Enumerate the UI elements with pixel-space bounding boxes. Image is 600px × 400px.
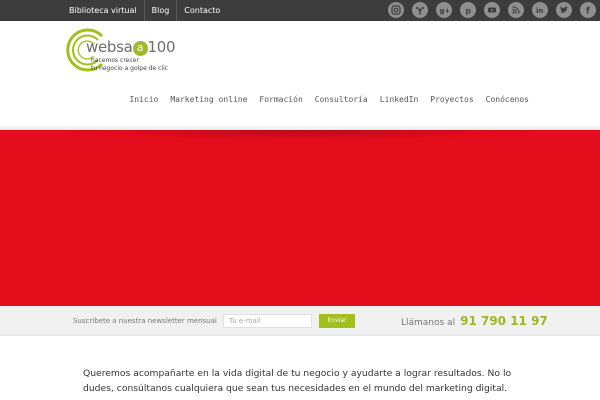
nav-item-consultoria[interactable]: Consultoría <box>309 95 374 104</box>
nav-item-marketing-online[interactable]: Marketing online <box>164 95 253 104</box>
pinterest-icon[interactable]: p <box>460 2 476 18</box>
facebook-icon[interactable]: f <box>580 2 596 18</box>
top-bar: Biblioteca virtual Blog Contacto g+ p in <box>0 0 600 21</box>
youtube-icon[interactable] <box>484 2 500 18</box>
twitter-icon[interactable] <box>556 2 572 18</box>
hero-banner <box>0 130 600 306</box>
newsletter-bar: Suscríbete a nuestra newsletter mensual … <box>0 306 600 336</box>
logo-wordmark: websa a 100 <box>86 38 176 56</box>
site-header: websa a 100 hacemos crecer tu negocio a go… <box>0 21 600 128</box>
logo-letter-badge: a <box>132 41 148 56</box>
logo-tagline: hacemos crecer <box>91 57 139 64</box>
subscribe-button[interactable]: Enviar <box>319 314 355 328</box>
rss-icon[interactable] <box>508 2 524 18</box>
main-nav: Inicio Marketing online Formación Consul… <box>123 95 535 104</box>
nav-item-conocenos[interactable]: Conócenos <box>480 95 535 104</box>
call-info: Llámanos al 91 790 11 97 <box>401 306 548 336</box>
scoop-icon[interactable] <box>412 2 428 18</box>
call-label: Llámanos al <box>401 318 456 328</box>
nav-item-formacion[interactable]: Formación <box>253 95 308 104</box>
svg-text:f: f <box>586 7 590 15</box>
top-link-biblioteca[interactable]: Biblioteca virtual <box>62 0 144 21</box>
linkedin-icon[interactable]: in <box>532 2 548 18</box>
logo[interactable]: websa a 100 hacemos crecer tu negocio a go… <box>64 26 194 74</box>
intro-text: Queremos acompañarte en la vida digital … <box>83 368 512 394</box>
svg-text:g+: g+ <box>440 7 450 15</box>
email-field[interactable] <box>223 314 312 328</box>
logo-tagline-2: tu negocio a golpe de clic <box>91 65 169 72</box>
google-plus-icon[interactable]: g+ <box>436 2 452 18</box>
svg-text:in: in <box>536 7 543 15</box>
svg-text:p: p <box>465 5 471 15</box>
top-links: Biblioteca virtual Blog Contacto <box>62 0 227 21</box>
top-link-blog[interactable]: Blog <box>145 0 177 21</box>
nav-item-inicio[interactable]: Inicio <box>123 95 164 104</box>
instagram-icon[interactable] <box>388 2 404 18</box>
nav-item-proyectos[interactable]: Proyectos <box>424 95 479 104</box>
social-icons: g+ p in f <box>388 2 596 18</box>
phone-number[interactable]: 91 790 11 97 <box>460 314 548 328</box>
top-link-contacto[interactable]: Contacto <box>177 0 227 21</box>
newsletter-label: Suscríbete a nuestra newsletter mensual <box>73 317 217 325</box>
nav-item-linkedin[interactable]: LinkedIn <box>374 95 425 104</box>
